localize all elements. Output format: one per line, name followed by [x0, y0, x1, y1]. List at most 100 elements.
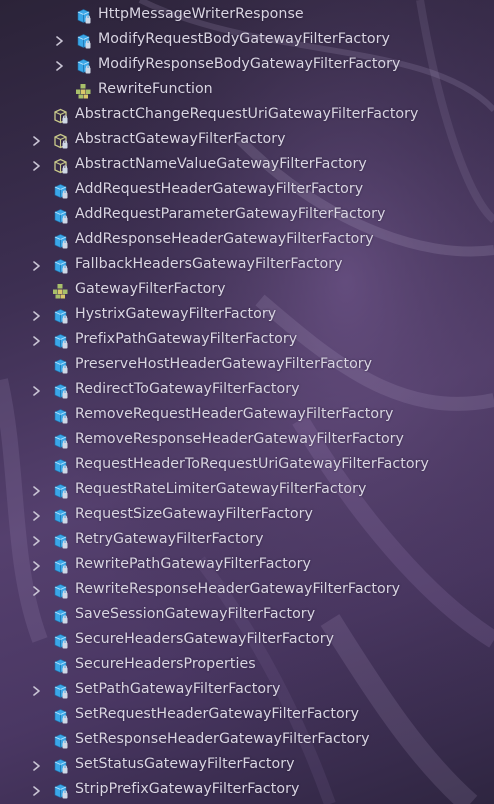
- class-icon: [52, 483, 68, 499]
- tree-node-label: ModifyResponseBodyGatewayFilterFactory: [98, 56, 401, 72]
- interface-icon: [52, 283, 68, 299]
- tree-node-label: SetRequestHeaderGatewayFilterFactory: [75, 706, 360, 722]
- chevron-right-icon[interactable]: [30, 585, 42, 597]
- abstract-class-icon: [52, 133, 68, 149]
- tree-node[interactable]: RequestRateLimiterGatewayFilterFactory: [0, 478, 494, 503]
- tree-node-label: SecureHeadersProperties: [75, 656, 256, 672]
- class-icon: [52, 583, 68, 599]
- tree-node[interactable]: ModifyRequestBodyGatewayFilterFactory: [0, 28, 494, 53]
- tree-node[interactable]: RewriteResponseHeaderGatewayFilterFactor…: [0, 578, 494, 603]
- chevron-right-icon[interactable]: [53, 35, 65, 47]
- class-icon: [75, 33, 91, 49]
- tree-node[interactable]: RemoveResponseHeaderGatewayFilterFactory: [0, 428, 494, 453]
- tree-node[interactable]: AbstractChangeRequestUriGatewayFilterFac…: [0, 103, 494, 128]
- class-icon: [52, 633, 68, 649]
- tree-node-label: RemoveRequestHeaderGatewayFilterFactory: [75, 406, 394, 422]
- tree-node-label: SetResponseHeaderGatewayFilterFactory: [75, 731, 370, 747]
- class-icon: [75, 8, 91, 24]
- chevron-right-icon[interactable]: [53, 60, 65, 72]
- class-icon: [52, 183, 68, 199]
- tree-node-label: SecureHeadersGatewayFilterFactory: [75, 631, 335, 647]
- tree-node-label: RewriteResponseHeaderGatewayFilterFactor…: [75, 581, 401, 597]
- class-icon: [52, 258, 68, 274]
- tree-node-label: HystrixGatewayFilterFactory: [75, 306, 277, 322]
- interface-icon: [75, 83, 91, 99]
- tree-node[interactable]: RedirectToGatewayFilterFactory: [0, 378, 494, 403]
- abstract-class-icon: [52, 108, 68, 124]
- tree-node[interactable]: StripPrefixGatewayFilterFactory: [0, 778, 494, 803]
- tree-node-label: AbstractChangeRequestUriGatewayFilterFac…: [75, 106, 419, 122]
- chevron-right-icon[interactable]: [30, 510, 42, 522]
- tree-node[interactable]: RequestHeaderToRequestUriGatewayFilterFa…: [0, 453, 494, 478]
- class-icon: [52, 708, 68, 724]
- class-icon: [52, 733, 68, 749]
- tree-node[interactable]: AddResponseHeaderGatewayFilterFactory: [0, 228, 494, 253]
- tree-node[interactable]: SetStatusGatewayFilterFactory: [0, 753, 494, 778]
- class-icon: [52, 333, 68, 349]
- tree-node[interactable]: SaveSessionGatewayFilterFactory: [0, 603, 494, 628]
- tree-node-label: AddResponseHeaderGatewayFilterFactory: [75, 231, 374, 247]
- chevron-right-icon[interactable]: [30, 785, 42, 797]
- tree-node-label: RetryGatewayFilterFactory: [75, 531, 264, 547]
- tree-node[interactable]: RetryGatewayFilterFactory: [0, 528, 494, 553]
- chevron-right-icon[interactable]: [30, 685, 42, 697]
- class-icon: [52, 208, 68, 224]
- tree-node-label: AbstractNameValueGatewayFilterFactory: [75, 156, 367, 172]
- tree-node-label: FallbackHeadersGatewayFilterFactory: [75, 256, 343, 272]
- tree-node[interactable]: RewriteFunction: [0, 78, 494, 103]
- tree-node-label: SetStatusGatewayFilterFactory: [75, 756, 295, 772]
- tree-node[interactable]: HttpMessageWriterResponse: [0, 3, 494, 28]
- tree-node[interactable]: AddRequestHeaderGatewayFilterFactory: [0, 178, 494, 203]
- class-icon: [52, 233, 68, 249]
- chevron-right-icon[interactable]: [30, 385, 42, 397]
- chevron-right-icon[interactable]: [30, 160, 42, 172]
- tree-node-label: SaveSessionGatewayFilterFactory: [75, 606, 316, 622]
- tree-node-label: RewritePathGatewayFilterFactory: [75, 556, 311, 572]
- tree-node-label: GatewayFilterFactory: [75, 281, 226, 297]
- chevron-right-icon[interactable]: [30, 260, 42, 272]
- tree-node[interactable]: HystrixGatewayFilterFactory: [0, 303, 494, 328]
- tree-node[interactable]: AbstractNameValueGatewayFilterFactory: [0, 153, 494, 178]
- class-icon: [52, 683, 68, 699]
- tree-node-label: PrefixPathGatewayFilterFactory: [75, 331, 298, 347]
- tree-node[interactable]: GatewayFilterFactory: [0, 278, 494, 303]
- tree-node[interactable]: SetResponseHeaderGatewayFilterFactory: [0, 728, 494, 753]
- tree-node[interactable]: AbstractGatewayFilterFactory: [0, 128, 494, 153]
- class-icon: [52, 308, 68, 324]
- tree-node[interactable]: PrefixPathGatewayFilterFactory: [0, 328, 494, 353]
- tree-node[interactable]: RemoveRequestHeaderGatewayFilterFactory: [0, 403, 494, 428]
- chevron-right-icon[interactable]: [30, 335, 42, 347]
- tree-node[interactable]: FallbackHeadersGatewayFilterFactory: [0, 253, 494, 278]
- class-icon: [52, 408, 68, 424]
- abstract-class-icon: [52, 158, 68, 174]
- tree-node-label: AddRequestParameterGatewayFilterFactory: [75, 206, 386, 222]
- class-icon: [52, 758, 68, 774]
- class-icon: [52, 433, 68, 449]
- project-tree: HttpMessageWriterResponse ModifyRequestBo…: [0, 3, 494, 803]
- chevron-right-icon[interactable]: [30, 760, 42, 772]
- tree-node[interactable]: ModifyResponseBodyGatewayFilterFactory: [0, 53, 494, 78]
- tree-node[interactable]: SecureHeadersGatewayFilterFactory: [0, 628, 494, 653]
- class-icon: [52, 383, 68, 399]
- chevron-right-icon[interactable]: [30, 485, 42, 497]
- chevron-right-icon[interactable]: [30, 535, 42, 547]
- tree-node[interactable]: RequestSizeGatewayFilterFactory: [0, 503, 494, 528]
- class-icon: [52, 458, 68, 474]
- tree-node-label: StripPrefixGatewayFilterFactory: [75, 781, 300, 797]
- chevron-right-icon[interactable]: [30, 560, 42, 572]
- class-icon: [52, 608, 68, 624]
- tree-node[interactable]: RewritePathGatewayFilterFactory: [0, 553, 494, 578]
- tree-node-label: RequestSizeGatewayFilterFactory: [75, 506, 313, 522]
- tree-node[interactable]: SetRequestHeaderGatewayFilterFactory: [0, 703, 494, 728]
- tree-node[interactable]: AddRequestParameterGatewayFilterFactory: [0, 203, 494, 228]
- chevron-right-icon[interactable]: [30, 135, 42, 147]
- chevron-right-icon[interactable]: [30, 310, 42, 322]
- tree-node[interactable]: SecureHeadersProperties: [0, 653, 494, 678]
- tree-node[interactable]: SetPathGatewayFilterFactory: [0, 678, 494, 703]
- tree-node-label: AbstractGatewayFilterFactory: [75, 131, 286, 147]
- tree-node-label: AddRequestHeaderGatewayFilterFactory: [75, 181, 364, 197]
- class-icon: [52, 558, 68, 574]
- class-icon: [52, 783, 68, 799]
- tree-node[interactable]: PreserveHostHeaderGatewayFilterFactory: [0, 353, 494, 378]
- tree-node-label: RemoveResponseHeaderGatewayFilterFactory: [75, 431, 405, 447]
